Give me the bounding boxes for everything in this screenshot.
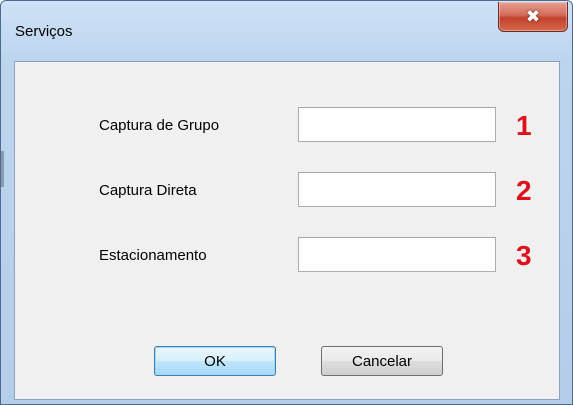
cancel-button[interactable]: Cancelar bbox=[321, 346, 443, 376]
close-button[interactable]: ✖ bbox=[498, 2, 568, 32]
close-icon: ✖ bbox=[525, 6, 541, 27]
captura-de-grupo-input[interactable] bbox=[298, 107, 496, 142]
dialog-body: Captura de Grupo 1 Captura Direta 2 Esta… bbox=[14, 61, 560, 400]
row-number-3: 3 bbox=[516, 240, 532, 271]
label-estacionamento: Estacionamento bbox=[99, 247, 207, 264]
window-title: Serviços bbox=[15, 23, 73, 40]
row-number-1: 1 bbox=[516, 110, 532, 141]
window-edge-grip bbox=[1, 151, 4, 187]
captura-direta-input[interactable] bbox=[298, 172, 496, 207]
ok-button[interactable]: OK bbox=[154, 346, 276, 376]
estacionamento-input[interactable] bbox=[298, 237, 496, 272]
label-captura-direta: Captura Direta bbox=[99, 182, 197, 199]
dialog-window: Serviços ✖ Captura de Grupo 1 Captura Di… bbox=[0, 0, 573, 405]
row-number-2: 2 bbox=[516, 175, 532, 206]
title-bar[interactable]: Serviços ✖ bbox=[1, 1, 572, 61]
label-captura-de-grupo: Captura de Grupo bbox=[99, 117, 220, 134]
